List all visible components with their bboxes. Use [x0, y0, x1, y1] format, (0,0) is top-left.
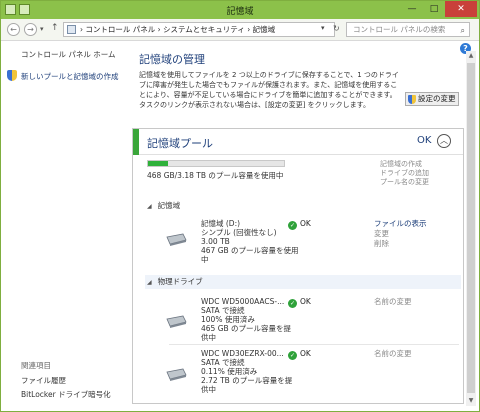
sidebar: コントロール パネル ホーム 新しいプールと記憶域の作成 関連項目 ファイル履歴… [1, 42, 131, 411]
physical-drive-pool: 2.72 TB のプール容量を提 [201, 376, 293, 385]
check-icon: ✓ [288, 351, 297, 360]
change-link[interactable]: 変更 [374, 229, 427, 239]
pool-actions: 記憶域の作成 ドライブの追加 プール名の変更 [380, 160, 429, 187]
check-icon: ✓ [288, 299, 297, 308]
minimize-button[interactable]: — [401, 1, 423, 17]
shield-icon [408, 95, 416, 104]
search-icon[interactable]: ⌕ [461, 24, 465, 37]
storage-space-status: ✓ OK [288, 219, 311, 230]
physical-drive-name: WDC WD30EZRX-00... [201, 349, 284, 358]
physical-drive-status: ✓ OK [288, 297, 311, 308]
scroll-thumb[interactable] [467, 63, 475, 393]
close-button[interactable]: ✕ [445, 1, 477, 17]
breadcrumb[interactable]: › コントロール パネル › システムとセキュリティ › 記憶域 [80, 25, 275, 34]
physical-drive-links: 名前の変更 [374, 297, 412, 307]
pool-usage-bar [147, 160, 285, 167]
storage-pool-panel: 記憶域プール OK ︿ 468 GB/3.18 TB のプール容量を使用中 記憶… [132, 128, 464, 404]
pool-header[interactable]: 記憶域プール OK ︿ [133, 129, 463, 155]
page-title: 記憶域の管理 [139, 53, 205, 66]
recent-locations-chevron-icon[interactable]: ▾ [40, 25, 44, 33]
physical-drive-used: 100% 使用済み [201, 315, 255, 324]
storage-spaces-heading: 記憶域 [157, 201, 181, 210]
physical-drives-section-header[interactable]: ◢ 物理ドライブ [145, 275, 461, 289]
rename-drive-link[interactable]: 名前の変更 [374, 349, 412, 359]
physical-drive-connection: SATA で接続 [201, 306, 245, 315]
sidebar-home-link[interactable]: コントロール パネル ホーム [21, 49, 116, 60]
search-placeholder: コントロール パネルの検索 [353, 25, 446, 34]
pool-usage-fill [148, 161, 168, 166]
up-arrow-icon[interactable]: ↑ [51, 23, 59, 33]
change-settings-button[interactable]: 設定の変更 [405, 92, 459, 106]
shield-icon [7, 70, 17, 81]
pool-status-stripe [133, 129, 139, 155]
physical-drive-details: WDC WD5000AACS-... SATA で接続 100% 使用済み 46… [201, 297, 291, 342]
divider [169, 344, 459, 345]
scroll-up-icon[interactable]: ▲ [466, 51, 476, 61]
storage-space-name: 記憶域 (D:) [201, 219, 241, 228]
collapse-triangle-icon[interactable]: ◢ [147, 279, 152, 286]
check-icon: ✓ [288, 221, 297, 230]
view-files-link[interactable]: ファイルの表示 [374, 219, 427, 229]
add-drives-link[interactable]: ドライブの追加 [380, 169, 429, 178]
file-history-link[interactable]: ファイル履歴 [21, 375, 66, 386]
physical-drive-pool-cont: 供中 [201, 385, 216, 394]
pool-title: 記憶域プール [147, 137, 213, 150]
storage-space-links: ファイルの表示 変更 削除 [374, 219, 427, 249]
collapse-triangle-icon[interactable]: ◢ [147, 203, 152, 210]
storage-spaces-window: 記憶域 — □ ✕ ← → ▾ ↑ › コントロール パネル › システムとセキ… [0, 0, 480, 412]
pool-usage-text: 468 GB/3.18 TB のプール容量を使用中 [147, 171, 284, 180]
physical-drive-links: 名前の変更 [374, 349, 412, 359]
physical-drive-pool-cont: 供中 [201, 333, 216, 342]
physical-drive-name: WDC WD5000AACS-... [201, 297, 285, 306]
storage-space-details: 記憶域 (D:) シンプル (回復性なし) 3.00 TB 467 GB のプー… [201, 219, 299, 264]
physical-drives-heading: 物理ドライブ [157, 277, 203, 286]
storage-spaces-section-header[interactable]: ◢ 記憶域 [147, 200, 180, 211]
storage-space-status-text: OK [300, 219, 311, 228]
back-button[interactable]: ← [7, 23, 20, 36]
bitlocker-link[interactable]: BitLocker ドライブ暗号化 [21, 389, 111, 400]
storage-space-drive-icon [166, 233, 187, 246]
storage-space-usage: 467 GB のプール容量を使用 [201, 246, 299, 255]
maximize-button[interactable]: □ [423, 1, 445, 17]
address-bar: ← → ▾ ↑ › コントロール パネル › システムとセキュリティ › 記憶域… [1, 19, 479, 41]
refresh-icon[interactable]: ↻ [333, 24, 340, 33]
rename-pool-link[interactable]: プール名の変更 [380, 178, 429, 187]
related-heading: 関連項目 [21, 361, 51, 370]
rename-drive-link[interactable]: 名前の変更 [374, 297, 412, 307]
title-bar: 記憶域 — □ ✕ [1, 1, 479, 19]
main-content: 記憶域の管理 記憶域を使用してファイルを 2 つ以上のドライブに保存することで、… [139, 51, 461, 109]
physical-drive-status-text: OK [300, 297, 311, 306]
search-input[interactable]: コントロール パネルの検索 ⌕ [346, 22, 470, 37]
forward-button[interactable]: → [24, 23, 37, 36]
address-path[interactable]: › コントロール パネル › システムとセキュリティ › 記憶域 [63, 22, 335, 37]
physical-drive-connection: SATA で接続 [201, 358, 245, 367]
physical-drive-icon [166, 368, 187, 381]
physical-drive-used: 0.11% 使用済み [201, 367, 258, 376]
storage-space-usage-cont: 中 [201, 255, 209, 264]
change-settings-label: 設定の変更 [418, 94, 456, 103]
storage-space-size: 3.00 TB [201, 237, 230, 246]
collapse-chevron-icon[interactable]: ︿ [437, 134, 451, 148]
control-panel-icon [67, 25, 76, 34]
page-description: 記憶域を使用してファイルを 2 つ以上のドライブに保存することで、1 つのドライ… [139, 71, 399, 109]
physical-drive-pool: 465 GB のプール容量を提 [201, 324, 292, 333]
physical-drive-icon [166, 315, 187, 328]
scroll-down-icon[interactable]: ▼ [466, 396, 476, 406]
physical-drive-status: ✓ OK [288, 349, 311, 360]
address-dropdown-icon[interactable]: ▾ [321, 24, 325, 32]
window-controls: — □ ✕ [401, 1, 477, 17]
delete-link[interactable]: 削除 [374, 239, 427, 249]
pool-status: OK [417, 135, 432, 146]
create-space-link[interactable]: 記憶域の作成 [380, 160, 429, 169]
vertical-scrollbar[interactable]: ▲ ▼ [466, 51, 476, 406]
physical-drive-details: WDC WD30EZRX-00... SATA で接続 0.11% 使用済み 2… [201, 349, 292, 394]
storage-space-type: シンプル (回復性なし) [201, 228, 277, 237]
physical-drive-status-text: OK [300, 349, 311, 358]
create-pool-link[interactable]: 新しいプールと記憶域の作成 [21, 71, 119, 82]
